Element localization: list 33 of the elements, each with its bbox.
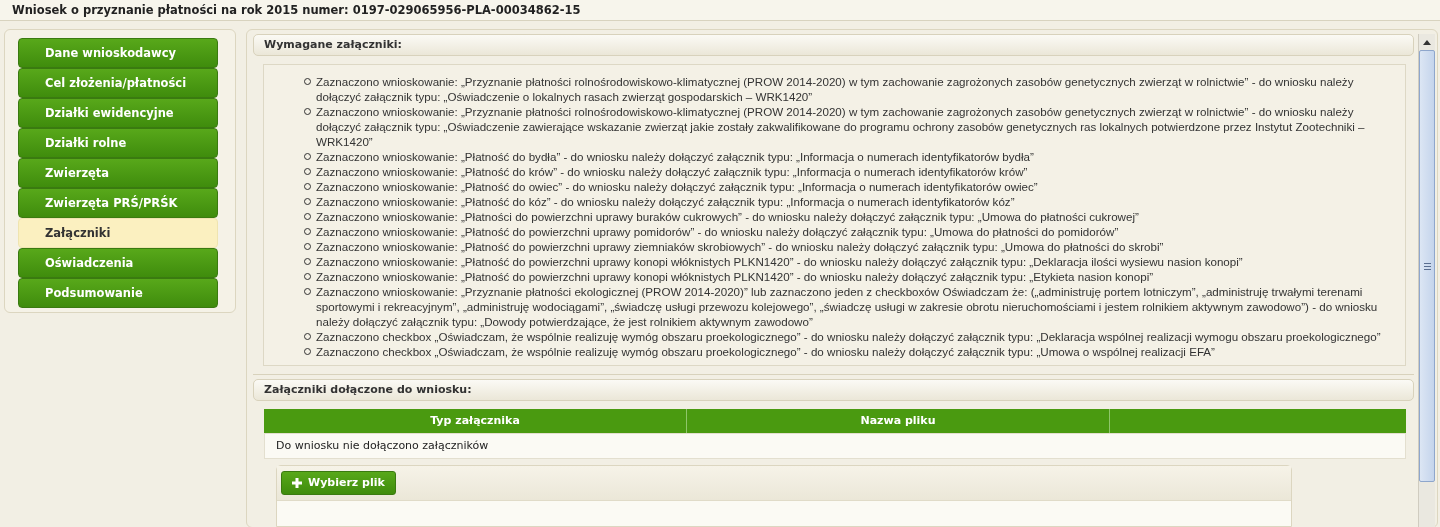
requirement-text: Zaznaczono wnioskowanie: „Płatność do kóz” - do wniosku należy dołączyć załącznik typu: „Informacja o numerach identyfikatorów kóz” [316,193,1015,209]
sidebar-item[interactable]: Podsumowanie [18,278,218,308]
requirement-text: Zaznaczono wnioskowanie: „Płatność do powierzchni uprawy konopi włóknistych PLKN1420” - do wniosku należy dołączyć załącznik typu: „Deklaracja ilości wysiewu nasion konopi” [316,253,1243,269]
column-header: Typ załącznika [264,408,687,433]
requirement-text: Zaznaczono wnioskowanie: „Płatność do krów” - do wniosku należy dołączyć załącznik typu: „Informacja o numerach identyfikatorów krów” [316,163,1028,179]
requirement-text: Zaznaczono wnioskowanie: „Przyznanie płatności rolnośrodowiskowo-klimatycznej (PROW 2014-2020) w tym zachowanie zagrożonych zasobów genetycznych zwierząt w rolnictwie” - do wniosku należy dołączyć załącznik typu: „Oświadczenie zawierające wskazanie zwierząt jakie zostały zakwalifikowane do programu ochrony zasobów genetycznych ras lokalnych potwierdzone przez Instytut Zootechniki – WRK1420” [316,103,1366,149]
section-header: Załączniki dołączone do wniosku: [253,378,1414,401]
scroll-thumb[interactable] [1419,50,1435,482]
sidebar-item[interactable]: Działki ewidencyjne [18,98,218,128]
requirement-text: Zaznaczono wnioskowanie: „Przyznanie płatności rolnośrodowiskowo-klimatycznej (PROW 2014-2020) w tym zachowanie zagrożonych zasobów genetycznych zwierząt w rolnictwie” - do wniosku należy dołączyć załącznik typu: „Oświadczenie o lokalnych rasach zwierząt gospodarskich – WRK1420” [316,73,1355,104]
sidebar-item[interactable]: Dane wnioskodawcy [18,38,218,68]
section-header: Wymagane załączniki: [253,34,1414,56]
sidebar-item[interactable]: Działki rolne [18,128,218,158]
sidebar-item[interactable]: Zwierzęta PRŚ/PRŚK [18,188,218,218]
requirement-text: Zaznaczono wnioskowanie: „Płatność do powierzchni uprawy konopi włóknistych PLKN1420” - do wniosku należy dołączyć załącznik typu: „Etykieta nasion konopi” [316,268,1154,284]
sidebar-item[interactable]: Cel złożenia/płatności [18,68,218,98]
requirement-text: Zaznaczono checkbox „Oświadczam, że wspólnie realizuję wymóg obszaru proekologicznego” - do wniosku należy dołączyć załącznik typu: „Deklaracja wspólnej realizacji wymogu obszaru proekologicznego” [316,328,1381,344]
choose-file-button[interactable]: Wybierz plik [281,470,396,495]
page-title: Wniosek o przyznanie płatności na rok 2015 numer: 0197-029065956-PLA-00034862-15 [12,3,581,17]
column-header: Nazwa pliku [687,408,1110,433]
sidebar-item[interactable]: Załączniki [18,218,218,248]
requirement-text: Zaznaczono wnioskowanie: „Płatność do bydła” - do wniosku należy dołączyć załącznik typu: „Informacja o numerach identyfikatorów bydła” [316,148,1034,164]
scrollbar[interactable] [1418,34,1435,527]
plus-icon [292,477,302,488]
requirement-text: Zaznaczono wnioskowanie: „Płatność do powierzchni uprawy pomidorów” - do wniosku należy dołączyć załącznik typu: „Umowa do płatności do pomidorów” [316,223,1119,239]
sidebar-item[interactable]: Zwierzęta [18,158,218,188]
sidebar-item[interactable]: Oświadczenia [18,248,218,278]
requirement-text: Zaznaczono wnioskowanie: „Płatność do powierzchni uprawy ziemniaków skrobiowych” - do wniosku należy dołączyć załącznik typu: „Umowa do płatności do skrobi” [316,238,1164,254]
requirement-text: Zaznaczono wnioskowanie: „Płatności do powierzchni uprawy buraków cukrowych” - do wniosku należy dołączyć załącznik typu: „Umowa do płatności cukrowej” [316,208,1139,224]
requirement-text: Zaznaczono wnioskowanie: „Płatność do owiec” - do wniosku należy dołączyć załącznik typu: „Informacja o numerach identyfikatorów owiec” [316,178,1038,194]
requirement-text: Zaznaczono wnioskowanie: „Przyznanie płatności ekologicznej (PROW 2014-2020)” lub zaznaczono jeden z checkboxów Oświadczam że: („administruję portem lotniczym”, „administruję trwałymi terenami sportowymi i rekreacyjnym”, „administruję wodociągami”, „świadczę usługi przewozu kolejowego”, „świadczę usługi w zakresie obrotu nieruchomościami i jestem rolnikiem aktywnym zawodowo”) - do wniosku należy dołączyć załącznik typu: „Dowody potwierdzające, że jest rolnikiem aktywnym zawodowo” [316,283,1379,329]
empty-table-row: Do wniosku nie dołączono załączników [264,432,1406,459]
requirement-text: Zaznaczono checkbox „Oświadczam, że wspólnie realizuję wymóg obszaru proekologicznego” - do wniosku należy dołączyć załącznik typu: „Umowa o wspólnej realizacji EFA” [316,343,1215,359]
